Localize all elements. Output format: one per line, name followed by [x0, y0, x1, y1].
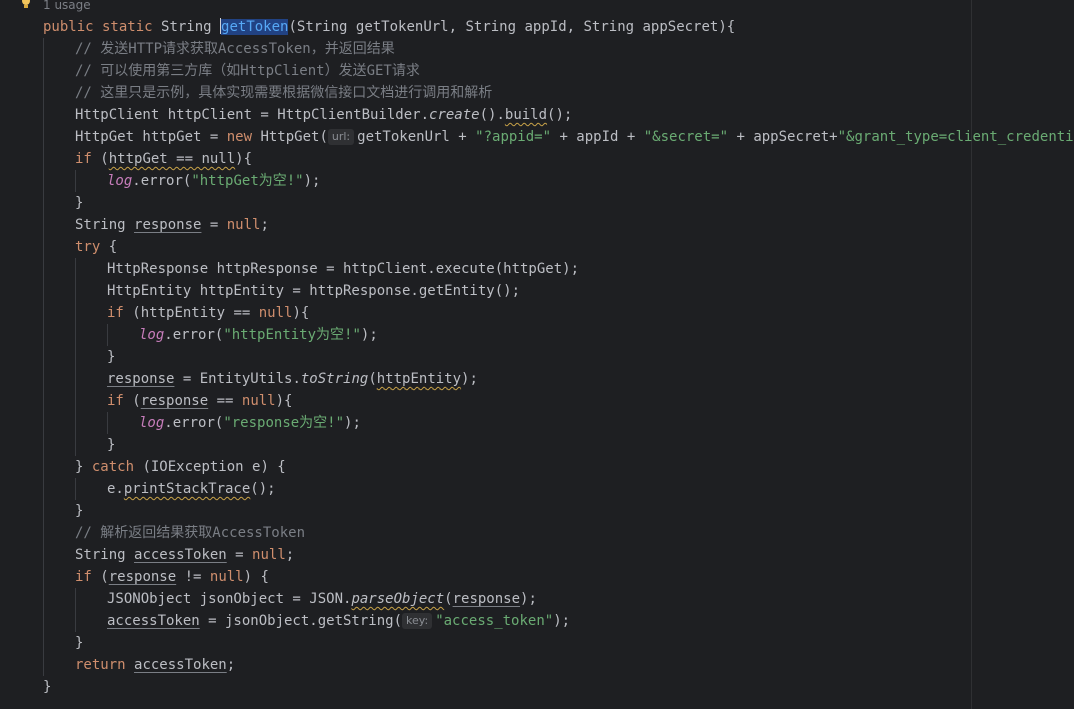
- code-comment: // 发送HTTP请求获取AccessToken，并返回结果: [75, 41, 395, 57]
- code-line[interactable]: log.error("httpGet为空!");: [107, 170, 320, 192]
- code-line[interactable]: if (response == null){: [107, 390, 292, 412]
- indent-guide: [43, 38, 44, 676]
- code-line[interactable]: HttpClient httpClient = HttpClientBuilde…: [75, 104, 572, 126]
- indent-guide: [107, 412, 108, 434]
- code-line[interactable]: log.error("response为空!");: [139, 412, 361, 434]
- code-editor[interactable]: 1 usage public static String getToken(St…: [0, 0, 1074, 709]
- code-line[interactable]: }: [107, 434, 115, 456]
- lightbulb-icon[interactable]: [19, 0, 33, 10]
- code-line[interactable]: }: [75, 500, 83, 522]
- indent-guide: [75, 588, 76, 632]
- code-line[interactable]: }: [75, 632, 83, 654]
- code-comment: // 这里只是示例，具体实现需要根据微信接口文档进行调用和解析: [75, 85, 493, 101]
- code-comment: // 解析返回结果获取AccessToken: [75, 525, 306, 541]
- code-line[interactable]: try {: [75, 236, 117, 258]
- code-line[interactable]: e.printStackTrace();: [107, 478, 276, 500]
- indent-guide: [75, 170, 76, 192]
- param-hint-key: key:: [402, 613, 433, 629]
- param-hint-url: url:: [327, 129, 355, 145]
- indent-guide: [75, 258, 76, 456]
- code-comment: // 可以使用第三方库（如HttpClient）发送GET请求: [75, 63, 420, 79]
- method-name[interactable]: getToken: [221, 19, 289, 35]
- code-line-method-signature[interactable]: public static String getToken(String get…: [43, 16, 735, 38]
- code-line[interactable]: if (response != null) {: [75, 566, 269, 588]
- indent-guide: [75, 478, 76, 500]
- code-line[interactable]: return accessToken;: [75, 654, 235, 676]
- right-margin-guide: [971, 0, 972, 709]
- code-line[interactable]: }: [107, 346, 115, 368]
- code-line[interactable]: HttpEntity httpEntity = httpResponse.get…: [107, 280, 520, 302]
- code-line[interactable]: HttpResponse httpResponse = httpClient.e…: [107, 258, 579, 280]
- method-params: (String getTokenUrl, String appId, Strin…: [288, 19, 736, 35]
- code-line[interactable]: if (httpEntity == null){: [107, 302, 309, 324]
- code-line[interactable]: JSONObject jsonObject = JSON.parseObject…: [107, 588, 537, 610]
- code-line[interactable]: }: [75, 192, 83, 214]
- code-line[interactable]: accessToken = jsonObject.getString(key: "…: [107, 610, 570, 632]
- code-line[interactable]: if (httpGet == null){: [75, 148, 252, 170]
- indent-guide: [107, 324, 108, 346]
- code-line[interactable]: }: [43, 676, 51, 698]
- code-line[interactable]: String accessToken = null;: [75, 544, 294, 566]
- code-line[interactable]: response = EntityUtils.toString(httpEnti…: [107, 368, 478, 390]
- usages-hint[interactable]: 1 usage: [43, 0, 91, 12]
- code-line[interactable]: String response = null;: [75, 214, 269, 236]
- code-line[interactable]: } catch (IOException e) {: [75, 456, 286, 478]
- code-line[interactable]: HttpGet httpGet = new HttpGet(url: getTok…: [75, 126, 1074, 148]
- code-line[interactable]: log.error("httpEntity为空!");: [139, 324, 378, 346]
